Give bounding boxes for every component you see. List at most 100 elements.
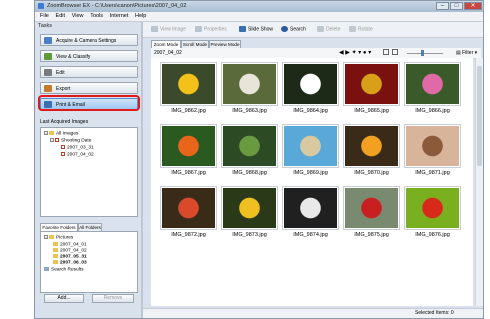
toolbar-label: View Image <box>160 26 187 33</box>
thumbnail-image[interactable] <box>222 125 277 167</box>
thumbnail-image[interactable] <box>161 187 216 229</box>
tab-favorite-folders[interactable]: Favorite Folders <box>40 223 78 231</box>
menu-edit[interactable]: Edit <box>56 13 65 19</box>
tree-item-search-results[interactable]: Search Results <box>44 267 84 272</box>
scrollbar-thumb[interactable] <box>477 66 482 166</box>
last-acquired-header: Last Acquired Images <box>40 119 89 125</box>
folder-icon <box>53 242 58 246</box>
task-edit[interactable]: Edit <box>40 66 138 78</box>
close-button[interactable]: ✕ <box>464 2 482 10</box>
task-label: Acquire & Camera Settings <box>56 38 117 44</box>
menu-tools[interactable]: Tools <box>90 13 103 19</box>
menu-bar: File Edit View Tools Internet Help <box>35 12 483 22</box>
remove-button[interactable]: Remove <box>92 294 134 303</box>
filter-button[interactable]: ▤ Filter ▾ <box>456 50 477 56</box>
calendar-icon <box>61 145 65 149</box>
tab-preview-mode[interactable]: Preview Mode <box>209 40 241 48</box>
tree-label: 2007_04_02 <box>67 152 94 158</box>
menu-file[interactable]: File <box>40 13 49 19</box>
minimize-button[interactable]: – <box>436 2 449 10</box>
camera-icon <box>44 37 52 44</box>
tree-label: Search Results <box>51 267 84 273</box>
vertical-scrollbar[interactable] <box>475 58 483 306</box>
tree-item-all-images[interactable]: - All Images <box>44 131 78 136</box>
toolbar: View Image Properties Slide Show Search … <box>143 22 483 38</box>
tree-label: All Images <box>56 131 79 137</box>
thumbnail-image[interactable] <box>344 63 399 105</box>
properties-button[interactable]: Properties <box>195 26 227 32</box>
collapse-icon[interactable]: - <box>44 235 48 239</box>
task-acquire[interactable]: Acquire & Camera Settings <box>40 34 138 46</box>
tree-label: 2007_04_01 <box>60 242 87 248</box>
tree-item-folder[interactable]: 2007_04_01 <box>53 242 87 247</box>
task-export[interactable]: Export <box>40 82 138 94</box>
tree-item-folder[interactable]: 2007_06_03 <box>53 260 87 265</box>
thumbnail-caption: IMG_9867.jpg <box>171 170 206 176</box>
thumbnail-caption: IMG_9864.jpg <box>293 108 328 114</box>
thumbnail-image[interactable] <box>222 63 277 105</box>
toolbar-label: Delete <box>326 26 341 33</box>
thumbnail-caption: IMG_9873.jpg <box>232 232 267 238</box>
calendar-icon <box>55 138 59 142</box>
tree-item-folder[interactable]: 2007_05_31 <box>53 254 87 259</box>
highlight-frame <box>38 95 140 111</box>
thumbnail-image[interactable] <box>405 63 460 105</box>
tree-item-date[interactable]: 2007_03_31 <box>61 145 94 150</box>
thumbnail-image[interactable] <box>344 187 399 229</box>
thumbnail-caption: IMG_9875.jpg <box>354 232 389 238</box>
task-view-classify[interactable]: View & Classify <box>40 50 138 62</box>
view-image-icon <box>151 26 158 32</box>
thumbnail-image[interactable] <box>405 187 460 229</box>
app-window: ZoomBrowser EX - C:\Users\canon\Pictures… <box>34 0 484 319</box>
properties-icon <box>195 26 202 32</box>
zoom-in-icon[interactable] <box>392 49 398 55</box>
collapse-icon[interactable]: - <box>50 138 54 142</box>
toolbar-label: Properties <box>204 26 227 33</box>
tree-label: Shooting Date <box>61 138 92 144</box>
view-image-button[interactable]: View Image <box>151 26 186 32</box>
tree-item-date[interactable]: 2007_04_02 <box>61 152 94 157</box>
tab-zoom-mode[interactable]: Zoom Mode <box>151 40 181 48</box>
thumbnail-image[interactable] <box>161 63 216 105</box>
rotate-button[interactable]: Rotate <box>349 26 373 32</box>
thumbnail-image[interactable] <box>283 187 338 229</box>
tab-all-folders[interactable]: All Folders <box>78 223 102 231</box>
menu-internet[interactable]: Internet <box>110 13 129 19</box>
add-button[interactable]: Add... <box>44 294 84 303</box>
search-button[interactable]: Search <box>281 26 306 32</box>
status-bar: Selected Items: 0 <box>143 308 483 318</box>
tab-scroll-mode[interactable]: Scroll Mode <box>181 40 209 48</box>
folder-icon <box>49 235 54 239</box>
thumbnail-image[interactable] <box>283 63 338 105</box>
menu-help[interactable]: Help <box>135 13 146 19</box>
maximize-button[interactable]: □ <box>450 2 463 10</box>
delete-button[interactable]: Delete <box>317 26 340 32</box>
zoom-out-icon[interactable] <box>383 49 389 55</box>
thumbnail-image[interactable] <box>222 187 277 229</box>
tree-label: 2007_06_03 <box>60 260 87 266</box>
thumbnail-caption: IMG_9874.jpg <box>293 232 328 238</box>
thumbnail-image[interactable] <box>283 125 338 167</box>
thumbnail-grid: IMG_9862.jpg IMG_9863.jpg IMG_9864.jpg I… <box>151 58 473 306</box>
thumbnail-caption: IMG_9870.jpg <box>354 170 389 176</box>
collapse-icon[interactable]: - <box>44 131 48 135</box>
folder-name: 2007_04_02 <box>154 50 182 56</box>
zoom-slider-thumb[interactable] <box>421 50 424 56</box>
slide-show-button[interactable]: Slide Show <box>239 26 273 32</box>
classify-icon <box>44 53 52 60</box>
thumbnail-image[interactable] <box>344 125 399 167</box>
favorites-tree: - Pictures 2007_04_01 2007_04_02 2007_05_… <box>40 231 138 293</box>
tree-item-pictures[interactable]: - Pictures <box>44 235 73 240</box>
tree-item-folder[interactable]: 2007_04_02 <box>53 248 87 253</box>
task-label: Export <box>56 86 71 92</box>
folder-icon <box>53 260 58 264</box>
search-icon <box>281 26 288 32</box>
menu-view[interactable]: View <box>72 13 84 19</box>
tree-item-shooting-date[interactable]: - Shooting Date <box>50 138 91 143</box>
thumbnail-image[interactable] <box>405 125 460 167</box>
main-pane: View Image Properties Slide Show Search … <box>143 22 483 318</box>
zoom-slider[interactable] <box>407 53 443 54</box>
thumbnail-image[interactable] <box>161 125 216 167</box>
nav-icons[interactable]: ◀ ▶ ✦ ▾ ● ▾ <box>339 49 371 56</box>
task-label: Edit <box>56 70 65 76</box>
